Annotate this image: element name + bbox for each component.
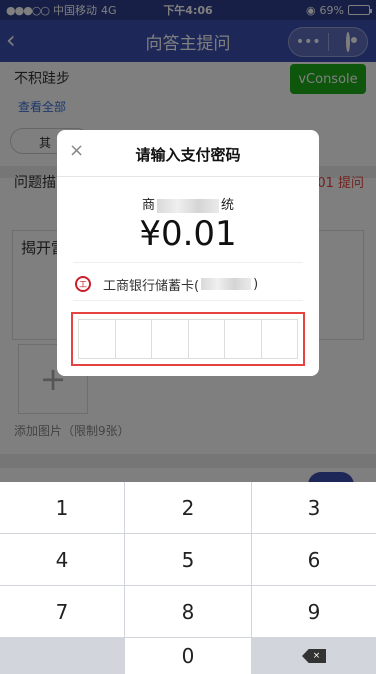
dialog-title: 请输入支付密码 [135, 146, 241, 164]
backspace-icon: × [302, 649, 326, 663]
key-9[interactable]: 9 [252, 586, 376, 637]
password-digit-cell [152, 320, 189, 358]
password-input[interactable] [78, 319, 298, 359]
card-divider [73, 300, 303, 301]
key-2[interactable]: 2 [125, 482, 251, 533]
payment-amount: ¥0.01 [139, 214, 237, 254]
key-0[interactable]: 0 [125, 638, 251, 674]
password-digit-cell [225, 320, 262, 358]
delete-key[interactable]: × [252, 638, 376, 674]
password-digit-cell [189, 320, 225, 358]
dialog-divider [57, 176, 319, 177]
key-4[interactable]: 4 [0, 534, 124, 585]
amount-divider [73, 262, 303, 263]
key-3[interactable]: 3 [252, 482, 376, 533]
payment-password-dialog: × 请输入支付密码 商统 ¥0.01 工 工商银行储蓄卡( ) [57, 130, 319, 376]
card-suffix: ) [253, 276, 259, 292]
key-6[interactable]: 6 [252, 534, 376, 585]
key-1[interactable]: 1 [0, 482, 124, 533]
merchant-suffix: 统 [221, 198, 235, 213]
key-8[interactable]: 8 [125, 586, 251, 637]
redacted-card-number [201, 278, 252, 290]
card-label: 工商银行储蓄卡( [103, 278, 200, 294]
password-digit-cell [116, 320, 152, 358]
merchant-prefix: 商 [141, 198, 155, 213]
payment-card-selector[interactable]: 工 工商银行储蓄卡( ) [75, 270, 309, 298]
key-7[interactable]: 7 [0, 586, 124, 637]
key-5[interactable]: 5 [125, 534, 251, 585]
redacted-merchant [157, 198, 219, 213]
password-digit-cell [262, 320, 298, 358]
merchant-name: 商统 [57, 194, 319, 213]
password-input-highlight[interactable] [71, 312, 305, 366]
numeric-keypad: 1 2 3 4 5 6 7 8 9 0 × [0, 482, 376, 674]
key-blank [0, 638, 124, 674]
password-digit-cell [79, 320, 116, 358]
icbc-bank-icon: 工 [75, 276, 91, 292]
